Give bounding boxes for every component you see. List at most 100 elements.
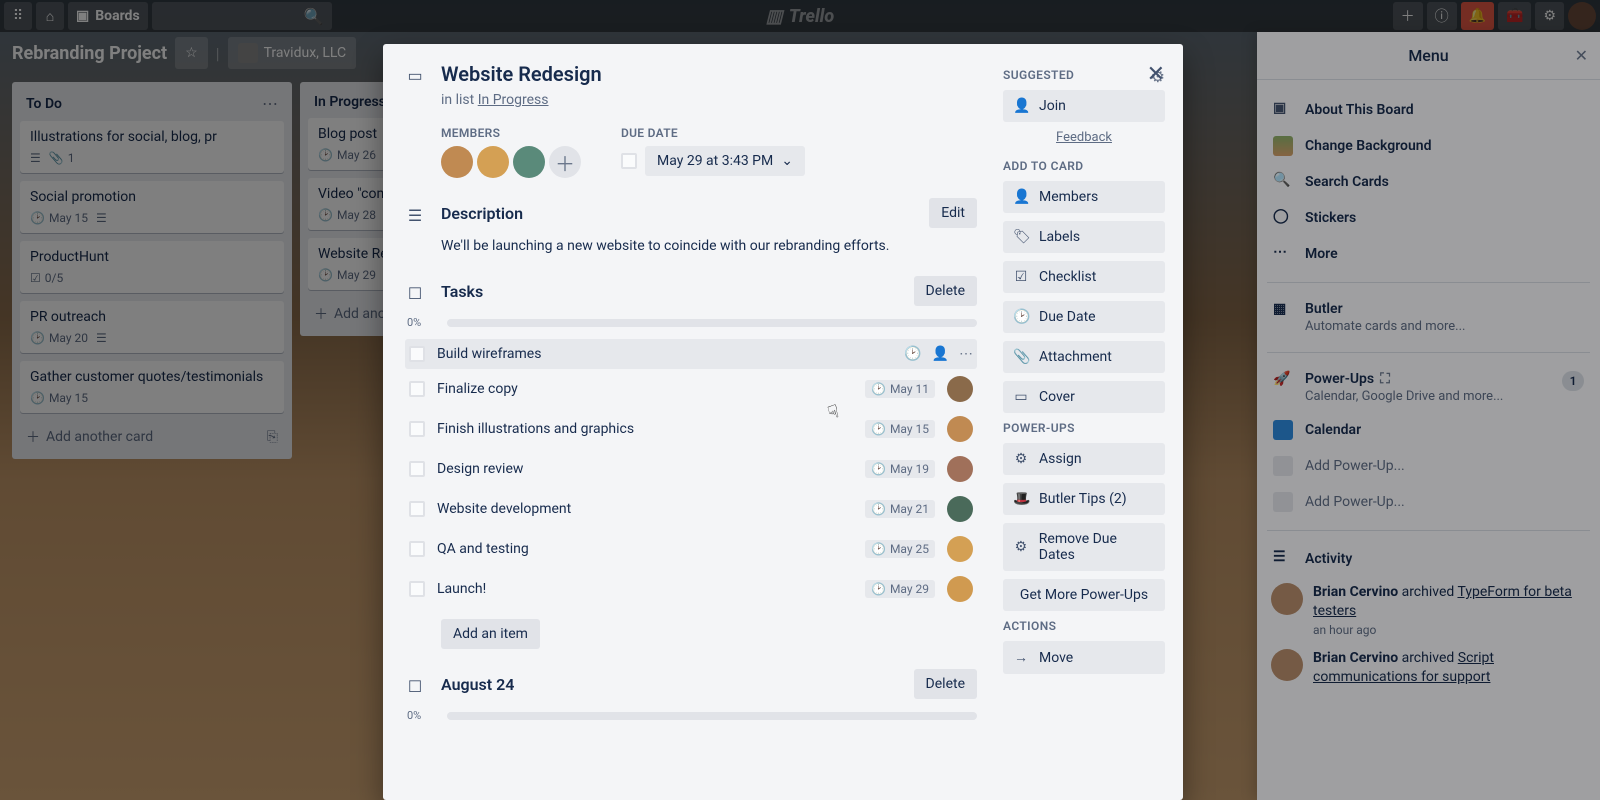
task-checkbox[interactable] xyxy=(409,346,425,362)
task-due-badge[interactable]: 🕑 May 29 xyxy=(865,580,935,598)
checklist-item[interactable]: Website development 🕑 May 21 xyxy=(405,489,977,529)
move-button[interactable]: →Move xyxy=(1003,641,1165,674)
checklist-item[interactable]: Launch! 🕑 May 29 xyxy=(405,569,977,609)
card[interactable]: Gather customer quotes/testimonials 🕑 Ma… xyxy=(20,361,284,413)
home-icon[interactable]: ⌂ xyxy=(36,2,64,30)
description-icon: ☰ xyxy=(403,206,427,225)
progress-percent: 0% xyxy=(407,316,437,329)
card[interactable]: ProductHunt ☑ 0/5 xyxy=(20,241,284,293)
checklist-item[interactable]: Design review 🕑 May 19 xyxy=(405,449,977,489)
member-avatar[interactable] xyxy=(513,146,545,178)
menu-stickers[interactable]: ◯Stickers xyxy=(1267,200,1590,236)
checklist-item[interactable]: Finalize copy 🕑 May 11 xyxy=(405,369,977,409)
external-icon: ⛶ xyxy=(1380,371,1390,387)
tag-icon: 🏷 xyxy=(1013,229,1029,245)
list-menu-icon[interactable]: ⋯ xyxy=(262,94,278,113)
list-title[interactable]: To Do xyxy=(26,96,62,112)
add-member-button[interactable]: ＋ xyxy=(549,146,581,178)
feedback-link[interactable]: Feedback xyxy=(1003,130,1165,145)
task-checkbox[interactable] xyxy=(409,421,425,437)
star-button[interactable]: ☆ xyxy=(175,37,208,69)
task-checkbox[interactable] xyxy=(409,461,425,477)
member-avatar[interactable] xyxy=(477,146,509,178)
task-due-badge[interactable]: 🕑 May 25 xyxy=(865,540,935,558)
settings-icon[interactable]: ⚙ xyxy=(1535,2,1564,30)
card[interactable]: PR outreach 🕑 May 20 ☰ xyxy=(20,301,284,353)
due-date-button[interactable]: May 29 at 3:43 PM ⌄ xyxy=(645,146,805,176)
members-button[interactable]: 👤Members xyxy=(1003,181,1165,213)
clock-icon: 🕑 xyxy=(1013,309,1029,325)
trello-logo: ▥ Trello xyxy=(766,6,834,27)
menu-add-powerup[interactable]: Add Power-Up... xyxy=(1267,484,1590,520)
apps-icon[interactable]: ⠿ xyxy=(4,2,32,30)
butler-tips-button[interactable]: 🎩Butler Tips (2) xyxy=(1003,483,1165,515)
list-link[interactable]: In Progress xyxy=(478,92,549,108)
search-input[interactable]: 🔍 xyxy=(152,2,332,30)
attachment-button[interactable]: 📎Attachment xyxy=(1003,341,1165,373)
checklist-button[interactable]: ☑Checklist xyxy=(1003,261,1165,293)
checklist-item[interactable]: Build wireframes 🕑 👤 ⋯ xyxy=(405,339,977,369)
close-icon[interactable]: ✕ xyxy=(1575,46,1588,65)
template-icon[interactable]: ⎘ xyxy=(267,429,278,445)
task-assignee-avatar[interactable] xyxy=(947,416,973,442)
task-assignee-avatar[interactable] xyxy=(947,456,973,482)
boards-button[interactable]: ▣ Boards xyxy=(68,2,148,30)
briefcase-icon[interactable]: 🧰 xyxy=(1498,2,1531,30)
team-button[interactable]: Travidux, LLC xyxy=(228,37,357,69)
delete-checklist-button[interactable]: Delete xyxy=(914,669,977,699)
due-date-button[interactable]: 🕑Due Date xyxy=(1003,301,1165,333)
menu-change-background[interactable]: Change Background xyxy=(1267,128,1590,164)
assign-button[interactable]: ⚙Assign xyxy=(1003,443,1165,475)
task-checkbox[interactable] xyxy=(409,541,425,557)
menu-add-powerup[interactable]: Add Power-Up... xyxy=(1267,448,1590,484)
delete-checklist-button[interactable]: Delete xyxy=(914,276,977,306)
task-due-badge[interactable]: 🕑 May 21 xyxy=(865,500,935,518)
task-assignee-avatar[interactable] xyxy=(947,496,973,522)
checklist-title[interactable]: August 24 xyxy=(441,675,900,694)
labels-button[interactable]: 🏷Labels xyxy=(1003,221,1165,253)
checklist-title[interactable]: Tasks xyxy=(441,282,900,301)
checklist-item[interactable]: QA and testing 🕑 May 25 xyxy=(405,529,977,569)
get-more-powerups-button[interactable]: Get More Power-Ups xyxy=(1003,579,1165,611)
activity-item: Brian Cervino archived Script communicat… xyxy=(1267,643,1590,693)
create-button[interactable]: ＋ xyxy=(1393,2,1423,30)
menu-powerups[interactable]: 🚀 Power-Ups⛶ Calendar, Google Drive and … xyxy=(1267,363,1590,412)
clock-icon[interactable]: 🕑 xyxy=(904,346,921,362)
notifications-icon[interactable]: 🔔 xyxy=(1461,2,1494,30)
menu-more[interactable]: ⋯More xyxy=(1267,236,1590,272)
menu-butler[interactable]: ▦ Butler Automate cards and more... xyxy=(1267,293,1590,342)
remove-due-dates-button[interactable]: ⚙Remove Due Dates xyxy=(1003,523,1165,571)
item-menu-icon[interactable]: ⋯ xyxy=(959,346,973,362)
user-avatar[interactable] xyxy=(1568,2,1596,30)
card-title[interactable]: Website Redesign xyxy=(441,62,602,86)
task-assignee-avatar[interactable] xyxy=(947,576,973,602)
task-assignee-avatar[interactable] xyxy=(947,376,973,402)
menu-calendar[interactable]: Calendar xyxy=(1267,412,1590,448)
menu-about[interactable]: ▣About This Board xyxy=(1267,92,1590,128)
task-checkbox[interactable] xyxy=(409,501,425,517)
task-checkbox[interactable] xyxy=(409,581,425,597)
task-checkbox[interactable] xyxy=(409,381,425,397)
add-card-button[interactable]: ＋Add another card ⎘ xyxy=(20,421,284,449)
menu-search-cards[interactable]: 🔍Search Cards xyxy=(1267,164,1590,200)
join-button[interactable]: 👤Join xyxy=(1003,90,1165,122)
edit-description-button[interactable]: Edit xyxy=(929,198,977,228)
description-text[interactable]: We'll be launching a new website to coin… xyxy=(441,238,977,254)
checklist-badge: ☑ 0/5 xyxy=(30,271,63,285)
task-due-badge[interactable]: 🕑 May 11 xyxy=(865,380,935,398)
task-assignee-avatar[interactable] xyxy=(947,536,973,562)
task-due-badge[interactable]: 🕑 May 19 xyxy=(865,460,935,478)
card[interactable]: Social promotion 🕑 May 15 ☰ xyxy=(20,181,284,233)
due-complete-checkbox[interactable] xyxy=(621,153,637,169)
card[interactable]: Illustrations for social, blog, pr ☰ 📎 1 xyxy=(20,121,284,173)
trello-board-icon: ▥ xyxy=(766,6,783,27)
list-title[interactable]: In Progress xyxy=(314,94,386,110)
add-checklist-item-button[interactable]: Add an item xyxy=(441,619,540,649)
assign-icon[interactable]: 👤 xyxy=(932,346,949,362)
task-due-badge[interactable]: 🕑 May 15 xyxy=(865,420,935,438)
cover-button[interactable]: ▭Cover xyxy=(1003,381,1165,413)
member-avatar[interactable] xyxy=(441,146,473,178)
info-icon[interactable]: ⓘ xyxy=(1427,2,1457,30)
close-icon[interactable]: ✕ xyxy=(1147,62,1165,87)
checklist-item[interactable]: Finish illustrations and graphics 🕑 May … xyxy=(405,409,977,449)
